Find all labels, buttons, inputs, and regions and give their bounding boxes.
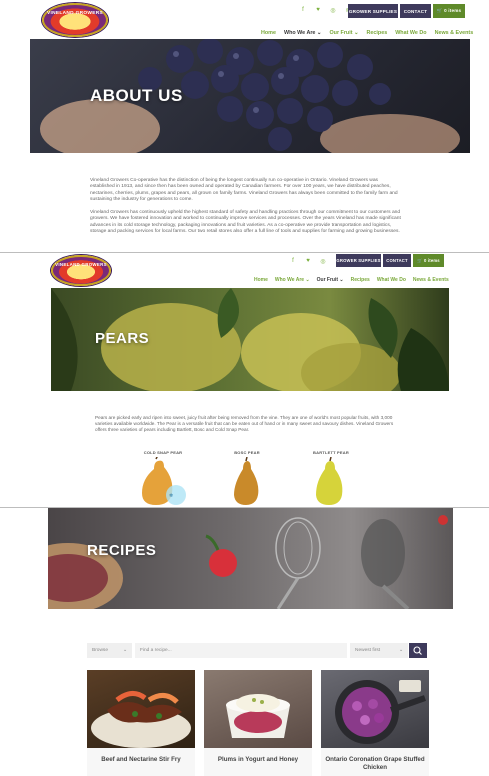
main-nav: Home Who We Are ⌄ Our Fruit ⌄ Recipes Wh… — [254, 277, 449, 283]
search-button[interactable] — [409, 643, 427, 658]
recipes-hero-image: RECIPES — [48, 508, 453, 609]
about-hero-image: ABOUT US — [30, 39, 470, 153]
cart-button[interactable]: 🛒 0 items — [413, 254, 444, 267]
pears-page: VINELAND GROWERS f ♥ ◎ ≋ GROWER SUPPLIES… — [0, 253, 489, 507]
recipe-card-title: Ontario Coronation Grape Stuffed Chicken — [325, 756, 425, 771]
cold-snap-pear-image[interactable]: ❄ — [136, 457, 192, 507]
bartlett-pear-image[interactable] — [313, 457, 349, 507]
logo-text: VINELAND GROWERS — [55, 262, 107, 267]
nav-recipes[interactable]: Recipes — [351, 277, 370, 283]
recipe-search-input[interactable]: Find a recipe... — [135, 643, 347, 658]
nav-home[interactable]: Home — [254, 277, 268, 283]
variety-label-bosc[interactable]: BOSC PEAR — [217, 450, 277, 455]
contact-button[interactable]: CONTACT — [400, 4, 431, 18]
recipe-card-image — [321, 670, 429, 748]
main-nav: Home Who We Are ⌄ Our Fruit ⌄ Recipes Wh… — [261, 30, 473, 36]
nav-who-we-are[interactable]: Who We Are ⌄ — [275, 277, 310, 283]
logo-text: VINELAND GROWERS — [47, 11, 103, 16]
about-page: VINELAND GROWERS f ♥ ◎ ≋ GROWER SUPPLIES… — [0, 0, 489, 252]
recipes-title: RECIPES — [87, 542, 157, 559]
nav-news-events[interactable]: News & Events — [435, 30, 474, 36]
recipe-card-title: Plums in Yogurt and Honey — [217, 756, 299, 763]
about-title: ABOUT US — [90, 86, 183, 105]
sort-select[interactable]: Newest first ⌄ — [350, 643, 408, 658]
social-links: f ♥ ◎ ≋ — [289, 258, 342, 265]
site-logo[interactable]: VINELAND GROWERS — [51, 255, 111, 286]
search-icon — [413, 646, 422, 655]
recipe-card[interactable]: Ontario Coronation Grape Stuffed Chicken — [321, 670, 429, 776]
bosc-pear-image[interactable] — [230, 457, 266, 507]
twitter-icon[interactable]: ♥ — [304, 258, 312, 265]
browse-label: Browse — [92, 648, 108, 653]
social-links: f ♥ ◎ ≋ — [299, 7, 352, 14]
instagram-icon[interactable]: ◎ — [329, 7, 337, 14]
chevron-down-icon: ⌄ — [398, 648, 403, 653]
grower-supplies-button[interactable]: GROWER SUPPLIES — [348, 4, 398, 18]
nav-news-events[interactable]: News & Events — [413, 277, 449, 283]
twitter-icon[interactable]: ♥ — [314, 7, 322, 14]
instagram-icon[interactable]: ◎ — [319, 258, 327, 265]
nav-recipes[interactable]: Recipes — [367, 30, 388, 36]
pears-title: PEARS — [95, 330, 150, 347]
recipes-page: RECIPES Browse ⌄ Find a recipe... Newest… — [0, 508, 489, 776]
variety-label-bartlett[interactable]: BARTLETT PEAR — [301, 450, 361, 455]
recipe-card-image — [87, 670, 195, 748]
pears-hero-image: PEARS — [51, 288, 449, 391]
site-logo[interactable]: VINELAND GROWERS — [42, 3, 108, 37]
about-paragraph-2: Vineland Growers has continuously upheld… — [90, 210, 401, 235]
chevron-down-icon: ⌄ — [122, 648, 127, 653]
browse-select[interactable]: Browse ⌄ — [87, 643, 132, 658]
nav-who-we-are[interactable]: Who We Are ⌄ — [284, 30, 321, 36]
nav-what-we-do[interactable]: What We Do — [395, 30, 426, 36]
pears-paragraph: Pears are picked early and ripen into sw… — [95, 415, 394, 433]
recipe-card[interactable]: Beef and Nectarine Stir Fry — [87, 670, 195, 776]
nav-what-we-do[interactable]: What We Do — [377, 277, 406, 283]
grower-supplies-button[interactable]: GROWER SUPPLIES — [336, 254, 381, 267]
variety-label-cold-snap[interactable]: COLD SNAP PEAR — [133, 450, 193, 455]
recipe-card-title: Beef and Nectarine Stir Fry — [101, 756, 181, 763]
cart-button[interactable]: 🛒 0 items — [433, 4, 465, 18]
recipe-card-image — [204, 670, 312, 748]
nav-home[interactable]: Home — [261, 30, 276, 36]
about-paragraph-1: Vineland Growers Co-operative has the di… — [90, 178, 398, 203]
recipe-card[interactable]: Plums in Yogurt and Honey — [204, 670, 312, 776]
sort-label: Newest first — [355, 648, 381, 653]
nav-our-fruit[interactable]: Our Fruit ⌄ — [329, 30, 358, 36]
contact-button[interactable]: CONTACT — [383, 254, 411, 267]
facebook-icon[interactable]: f — [289, 258, 297, 265]
svg-text:❄: ❄ — [169, 493, 173, 499]
search-placeholder: Find a recipe... — [140, 648, 172, 653]
facebook-icon[interactable]: f — [299, 7, 307, 14]
nav-our-fruit[interactable]: Our Fruit ⌄ — [317, 277, 344, 283]
